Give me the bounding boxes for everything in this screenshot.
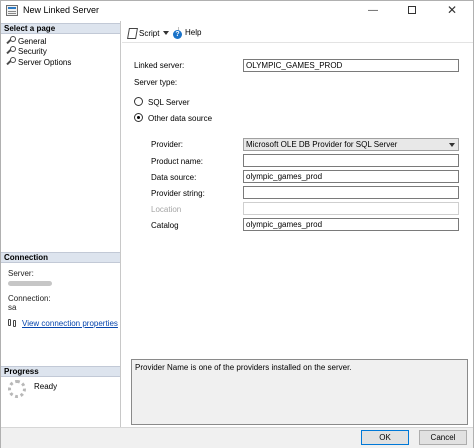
location-input	[243, 202, 459, 215]
close-button[interactable]: ✕	[436, 1, 468, 21]
sql-server-radio[interactable]	[134, 97, 143, 106]
page-item-label: Security	[18, 47, 47, 56]
provider-description-box: Provider Name is one of the providers in…	[131, 359, 468, 425]
sql-server-label: SQL Server	[148, 98, 190, 107]
app-icon	[6, 5, 18, 16]
help-label: Help	[185, 28, 202, 37]
provider-selected-value: Microsoft OLE DB Provider for SQL Server	[246, 140, 398, 149]
connection-properties-icon	[8, 319, 18, 327]
wrench-icon	[5, 57, 16, 66]
provider-string-label: Provider string:	[151, 189, 205, 198]
general-page: Script ? Help Linked server: OLYMPIC_GAME…	[122, 21, 473, 427]
page-item-general[interactable]: General	[5, 36, 47, 46]
maximize-button[interactable]	[396, 1, 428, 21]
provider-label: Provider:	[151, 140, 184, 149]
chevron-down-icon	[163, 31, 170, 35]
progress-spinner-icon	[8, 380, 26, 398]
location-label: Location	[151, 205, 182, 214]
select-page-header: Select a page	[1, 23, 120, 34]
data-source-input[interactable]: olympic_games_prod	[243, 170, 459, 183]
script-button[interactable]: Script	[127, 28, 170, 38]
server-label: Server:	[8, 269, 34, 278]
maximize-icon	[408, 6, 416, 15]
window-title: New Linked Server	[23, 5, 100, 15]
title-bar: New Linked Server — ✕	[1, 1, 473, 21]
page-item-label: Server Options	[18, 58, 72, 67]
new-linked-server-dialog: New Linked Server — ✕ Select a page Gene…	[0, 0, 474, 448]
script-icon	[127, 28, 136, 37]
wrench-icon	[5, 36, 16, 45]
ok-button[interactable]: OK	[361, 430, 409, 445]
help-button[interactable]: ? Help	[173, 28, 201, 39]
script-label: Script	[139, 29, 160, 38]
view-connection-properties-link[interactable]: View connection properties	[8, 319, 118, 328]
catalog-label: Catalog	[151, 221, 179, 230]
wrench-icon	[5, 46, 16, 55]
catalog-input[interactable]: olympic_games_prod	[243, 218, 459, 231]
dialog-button-bar: OK Cancel	[1, 427, 473, 448]
connection-value: sa	[8, 303, 17, 312]
provider-select[interactable]: Microsoft OLE DB Provider for SQL Server	[243, 138, 459, 151]
connection-header: Connection	[1, 252, 120, 263]
other-data-source-radio[interactable]	[134, 113, 143, 122]
server-type-label: Server type:	[134, 78, 178, 87]
page-item-label: General	[18, 37, 47, 46]
other-data-source-label: Other data source	[148, 114, 213, 123]
view-connection-properties-label: View connection properties	[22, 319, 118, 328]
toolbar: Script ? Help	[122, 21, 473, 43]
product-name-label: Product name:	[151, 157, 204, 166]
minimize-button[interactable]: —	[357, 1, 389, 21]
left-panel: Select a page General Security Server Op…	[1, 21, 121, 427]
linked-server-label: Linked server:	[134, 61, 185, 70]
connection-label: Connection:	[8, 294, 51, 303]
cancel-button[interactable]: Cancel	[419, 430, 467, 445]
page-item-security[interactable]: Security	[5, 46, 47, 56]
server-value-redacted	[8, 281, 52, 286]
product-name-input[interactable]	[243, 154, 459, 167]
linked-server-input[interactable]: OLYMPIC_GAMES_PROD	[243, 59, 459, 72]
chevron-down-icon	[449, 143, 455, 147]
data-source-label: Data source:	[151, 173, 197, 182]
provider-string-input[interactable]	[243, 186, 459, 199]
progress-status: Ready	[34, 382, 58, 391]
progress-header: Progress	[1, 366, 120, 377]
help-icon: ?	[173, 30, 182, 39]
page-item-server-options[interactable]: Server Options	[5, 57, 72, 67]
